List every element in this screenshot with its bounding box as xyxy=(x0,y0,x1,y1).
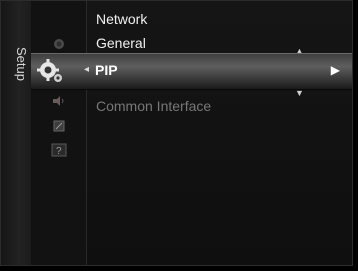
tv-menu-screen: Setup ? Network General ▲ ▼ Common Inter… xyxy=(0,0,358,271)
svg-text:?: ? xyxy=(56,146,62,157)
support-icon[interactable]: ? xyxy=(31,143,86,160)
arrow-left-icon: ◂ xyxy=(84,64,90,75)
submenu-list: Network General ▲ ▼ Common Interface xyxy=(87,1,352,265)
menu-item-network[interactable]: Network xyxy=(96,10,147,28)
selected-menu-item-pip[interactable]: ◂ PIP ▶ xyxy=(31,53,352,90)
picture-icon[interactable] xyxy=(31,37,86,54)
arrow-right-icon[interactable]: ▶ xyxy=(331,63,340,77)
setup-gear-icon[interactable] xyxy=(36,58,64,84)
input-icon[interactable] xyxy=(31,119,86,136)
menu-item-general[interactable]: General xyxy=(96,34,146,52)
menu-item-common-interface: Common Interface xyxy=(96,98,212,114)
sound-icon[interactable] xyxy=(31,95,86,110)
menu-category-rail: Setup xyxy=(1,1,32,265)
menu-category-label: Setup xyxy=(14,47,29,81)
selected-item-label: PIP xyxy=(95,62,118,78)
scroll-down-icon: ▼ xyxy=(295,88,304,98)
menu-icon-column: ? xyxy=(31,1,87,265)
